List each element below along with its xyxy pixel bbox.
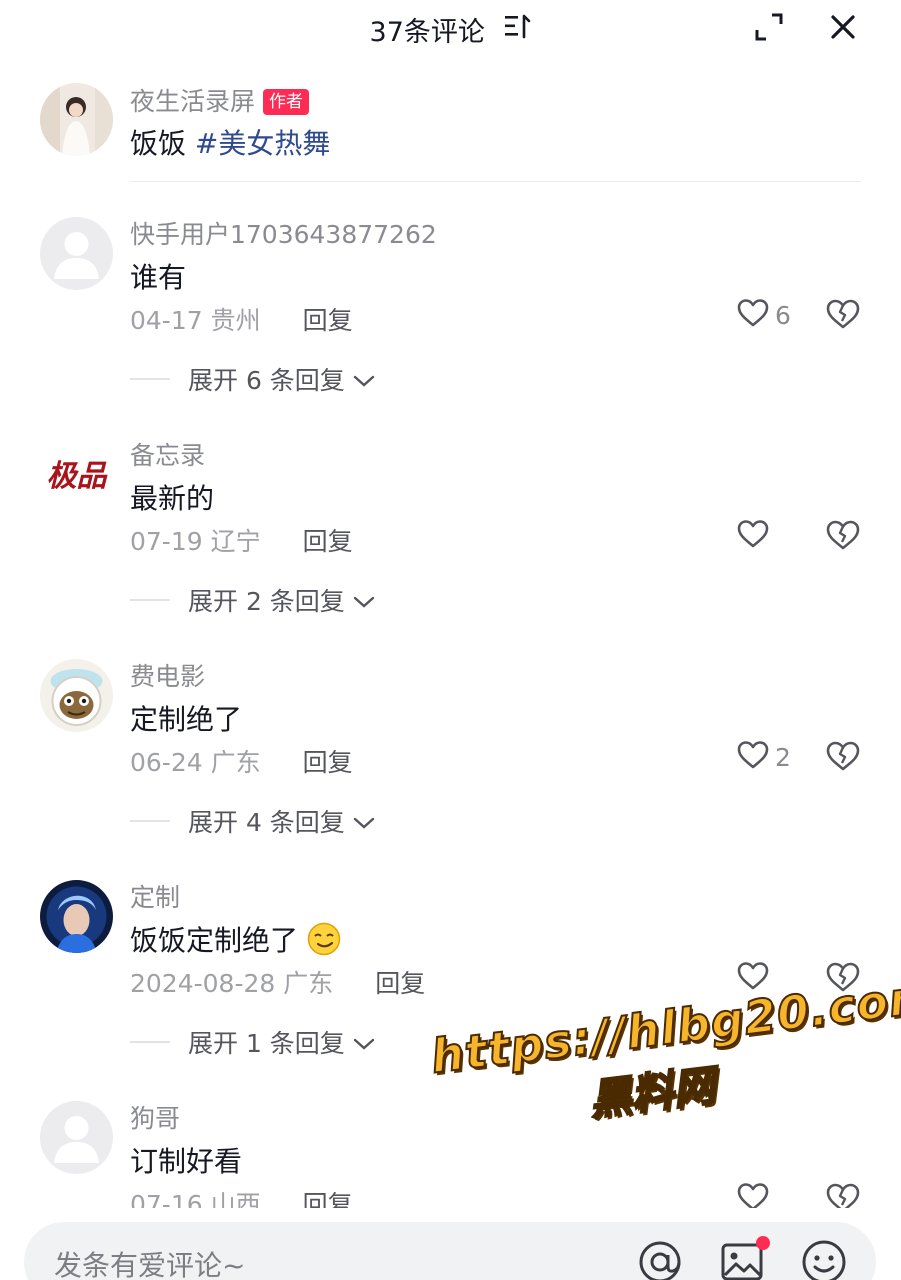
heart-icon [737, 519, 769, 553]
avatar[interactable] [40, 217, 113, 290]
avatar[interactable] [40, 659, 113, 732]
avatar-logo-text: 极品 [47, 459, 109, 494]
comment-author[interactable]: 快手用户1703643877262 [130, 215, 437, 251]
comment-location: 广东 [210, 748, 261, 777]
close-icon[interactable] [828, 12, 858, 42]
expand-replies-label: 展开 6 条回复 [188, 366, 345, 395]
divider [130, 599, 170, 601]
comment-input-placeholder: 发条有爱评论~ [54, 1249, 246, 1280]
expand-replies-button[interactable]: 展开 6 条回复 [130, 361, 375, 397]
like-button[interactable]: 6 [737, 298, 791, 332]
comment-date: 06-24 [130, 748, 203, 777]
author-badge: 作者 [263, 89, 310, 115]
expand-replies-label: 展开 1 条回复 [188, 1029, 345, 1058]
comment-date: 07-19 [130, 527, 203, 556]
like-count: 6 [775, 300, 791, 330]
expand-replies-label: 展开 4 条回复 [188, 808, 345, 837]
comment-date: 2024-08-28 [130, 969, 276, 998]
avatar[interactable] [40, 1101, 113, 1174]
watermark: https://hlbg20.com 黑料网 [427, 967, 901, 1147]
divider [130, 378, 170, 380]
comment-location: 贵州 [210, 306, 261, 335]
comment-input[interactable]: 发条有爱评论~ [24, 1222, 876, 1280]
comment-text: 最新的 [130, 482, 215, 515]
divider [130, 181, 861, 182]
like-count: 2 [775, 742, 791, 772]
heart-icon [737, 298, 769, 332]
smirk-emoji-icon [307, 922, 341, 963]
comment-text: 饭饭定制绝了 [130, 924, 299, 957]
comments-header: 37条评论 [0, 0, 901, 58]
expand-replies-button[interactable]: 展开 1 条回复 [130, 1024, 375, 1060]
like-button[interactable]: 2 [737, 740, 791, 774]
divider [130, 1041, 170, 1043]
post-text: 饭饭 [130, 127, 187, 160]
dislike-icon[interactable] [826, 740, 860, 774]
comment-text: 订制好看 [130, 1145, 243, 1178]
comment-author[interactable]: 备忘录 [130, 436, 205, 472]
comment-author[interactable]: 狗哥 [130, 1099, 180, 1135]
reply-button[interactable]: 回复 [303, 527, 353, 556]
avatar[interactable]: 极品 [40, 438, 113, 511]
chevron-down-icon [353, 1028, 375, 1057]
chevron-down-icon [353, 586, 375, 615]
divider [130, 820, 170, 822]
reply-button[interactable]: 回复 [303, 306, 353, 335]
like-button[interactable] [737, 519, 775, 553]
comment-text: 定制绝了 [130, 703, 243, 736]
post-author-name[interactable]: 夜生活录屏 [130, 87, 255, 116]
reply-button[interactable]: 回复 [375, 969, 425, 998]
sort-icon[interactable] [503, 13, 531, 46]
fullscreen-icon[interactable] [754, 12, 784, 42]
comment-text: 谁有 [130, 261, 187, 294]
reply-button[interactable]: 回复 [303, 748, 353, 777]
comment-location: 辽宁 [210, 527, 261, 556]
comment-author[interactable]: 定制 [130, 878, 180, 914]
dislike-icon[interactable] [826, 519, 860, 553]
comment-author[interactable]: 费电影 [130, 657, 205, 693]
notification-dot [756, 1236, 770, 1250]
comment-location: 广东 [283, 969, 334, 998]
emoji-icon[interactable] [800, 1238, 848, 1280]
expand-replies-button[interactable]: 展开 2 条回复 [130, 582, 375, 618]
comment-date: 04-17 [130, 306, 203, 335]
chevron-down-icon [353, 807, 375, 836]
chevron-down-icon [353, 365, 375, 394]
at-icon[interactable] [636, 1238, 684, 1280]
expand-replies-button[interactable]: 展开 4 条回复 [130, 803, 375, 839]
expand-replies-label: 展开 2 条回复 [188, 587, 345, 616]
heart-icon [737, 740, 769, 774]
avatar[interactable] [40, 83, 113, 156]
hashtag-link[interactable]: #美女热舞 [195, 127, 330, 160]
comments-count-title: 37条评论 [369, 17, 485, 48]
avatar[interactable] [40, 880, 113, 953]
dislike-icon[interactable] [826, 298, 860, 332]
